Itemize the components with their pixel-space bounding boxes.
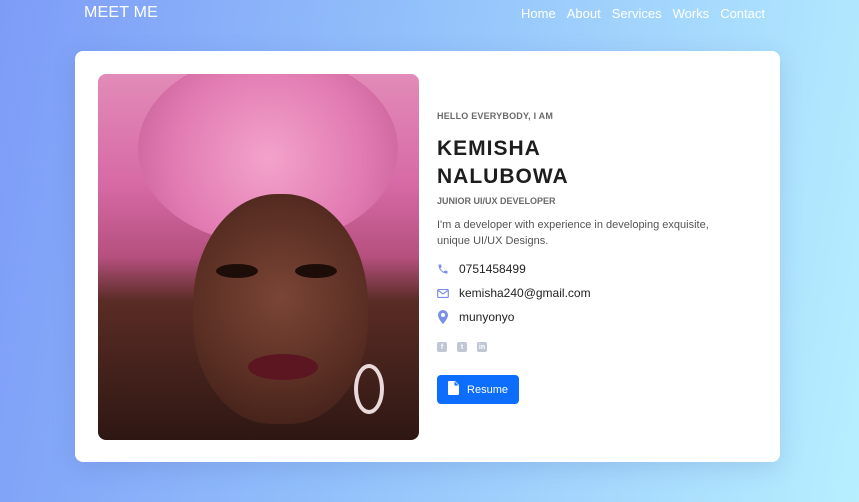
profile-card: HELLO EVERYBODY, I AM KEMISHA NALUBOWA J… <box>75 51 780 462</box>
nav-home[interactable]: Home <box>521 6 556 21</box>
nav-contact[interactable]: Contact <box>720 6 765 21</box>
last-name: NALUBOWA <box>437 165 569 188</box>
phone-row: 0751458499 <box>437 262 526 276</box>
nav-services[interactable]: Services <box>612 6 662 21</box>
map-pin-icon <box>437 310 449 324</box>
envelope-icon <box>437 286 449 300</box>
location-text: munyonyo <box>459 310 515 324</box>
resume-label: Resume <box>467 383 508 396</box>
email-row: kemisha240@gmail.com <box>437 286 591 300</box>
linkedin-icon[interactable]: in <box>477 342 487 352</box>
twitter-icon[interactable]: t <box>457 342 467 352</box>
job-title: JUNIOR UI/UX DEVELOPER <box>437 196 556 206</box>
profile-description: I'm a developer with experience in devel… <box>437 219 709 247</box>
top-navbar: MEET ME Home About Services Works Contac… <box>0 0 859 26</box>
social-links: f t in <box>437 342 487 352</box>
resume-button[interactable]: Resume <box>437 375 519 404</box>
phone-number: 0751458499 <box>459 262 526 276</box>
nav-links: Home About Services Works Contact <box>521 6 765 21</box>
nav-works[interactable]: Works <box>673 6 710 21</box>
facebook-icon[interactable]: f <box>437 342 447 352</box>
phone-icon <box>437 262 449 276</box>
greeting-text: HELLO EVERYBODY, I AM <box>437 111 554 121</box>
profile-name: KEMISHA NALUBOWA <box>437 135 569 191</box>
profile-photo <box>98 74 419 440</box>
first-name: KEMISHA <box>437 137 541 160</box>
document-icon <box>448 381 460 398</box>
brand-logo[interactable]: MEET ME <box>84 4 158 22</box>
location-row: munyonyo <box>437 310 514 324</box>
nav-about[interactable]: About <box>567 6 601 21</box>
email-address: kemisha240@gmail.com <box>459 286 591 300</box>
